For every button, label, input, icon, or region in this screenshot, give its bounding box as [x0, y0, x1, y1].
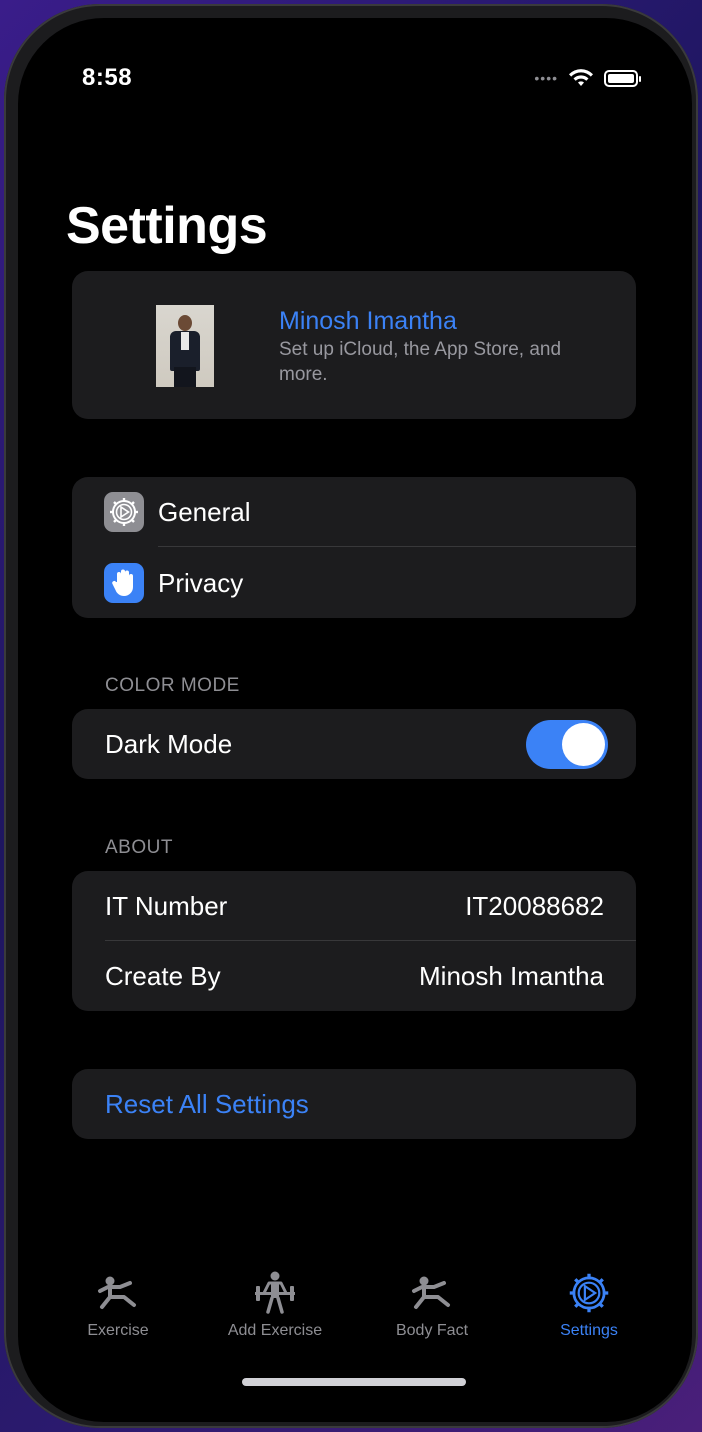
tab-settings[interactable]: Settings — [519, 1268, 659, 1340]
about-row-value: Minosh Imantha — [419, 960, 604, 991]
page-title: Settings — [66, 197, 268, 255]
section-header-about: ABOUT — [105, 837, 173, 858]
tab-bar: Exercise Add Exercise Body Fact Settings — [18, 1268, 692, 1358]
profile-subtitle: Set up iCloud, the App Store, and more. — [279, 339, 562, 385]
wifi-icon — [569, 69, 593, 86]
settings-item-label: General — [158, 496, 251, 527]
color-mode-card: Dark Mode — [72, 709, 636, 779]
about-row-value: IT20088682 — [465, 890, 604, 921]
status-time: 8:58 — [82, 64, 133, 91]
gear-icon — [519, 1268, 659, 1318]
dark-mode-label: Dark Mode — [105, 728, 233, 759]
weightlifter-icon — [205, 1268, 345, 1318]
profile-name: Minosh Imantha — [279, 307, 457, 335]
settings-group: General Privacy — [72, 477, 636, 618]
stretching-figure-icon — [48, 1268, 188, 1318]
screen: 8:58 •••• Settings Minosh Imantha Set up… — [18, 18, 692, 1422]
settings-item-general[interactable]: General — [72, 477, 636, 547]
tab-exercise[interactable]: Exercise — [48, 1268, 188, 1340]
reset-all-settings-label: Reset All Settings — [105, 1089, 309, 1119]
avatar — [156, 305, 214, 387]
reset-all-settings-button[interactable]: Reset All Settings — [72, 1069, 636, 1139]
divider — [158, 546, 636, 547]
device-frame: 8:58 •••• Settings Minosh Imantha Set up… — [4, 4, 698, 1428]
tab-label: Body Fact — [395, 1322, 469, 1339]
profile-card[interactable]: Minosh Imantha Set up iCloud, the App St… — [72, 271, 636, 419]
tab-label: Exercise — [87, 1322, 149, 1339]
about-card: IT Number IT20088682 Create By Minosh Im… — [72, 871, 636, 1011]
toggle-knob — [562, 723, 605, 766]
dark-mode-toggle[interactable] — [526, 720, 608, 769]
tab-body-fact[interactable]: Body Fact — [362, 1268, 502, 1340]
stretching-figure-icon — [362, 1268, 502, 1318]
settings-item-privacy[interactable]: Privacy — [72, 548, 636, 618]
tab-label: Settings — [560, 1322, 618, 1339]
hand-raised-icon — [104, 563, 144, 603]
tab-add-exercise[interactable]: Add Exercise — [205, 1268, 345, 1340]
status-indicators: •••• — [534, 68, 641, 88]
about-row-label: Create By — [105, 960, 221, 991]
battery-icon — [604, 69, 641, 87]
section-header-color-mode: COLOR MODE — [105, 675, 240, 696]
gear-icon — [104, 492, 144, 532]
tab-label: Add Exercise — [227, 1322, 323, 1339]
about-row-label: IT Number — [105, 890, 228, 921]
settings-item-label: Privacy — [158, 567, 244, 598]
home-indicator[interactable] — [242, 1378, 466, 1386]
signal-dots-icon: •••• — [534, 70, 558, 86]
dark-mode-row: Dark Mode — [72, 709, 636, 779]
about-row-it-number: IT Number IT20088682 — [72, 871, 636, 941]
about-row-create-by: Create By Minosh Imantha — [72, 941, 636, 1011]
